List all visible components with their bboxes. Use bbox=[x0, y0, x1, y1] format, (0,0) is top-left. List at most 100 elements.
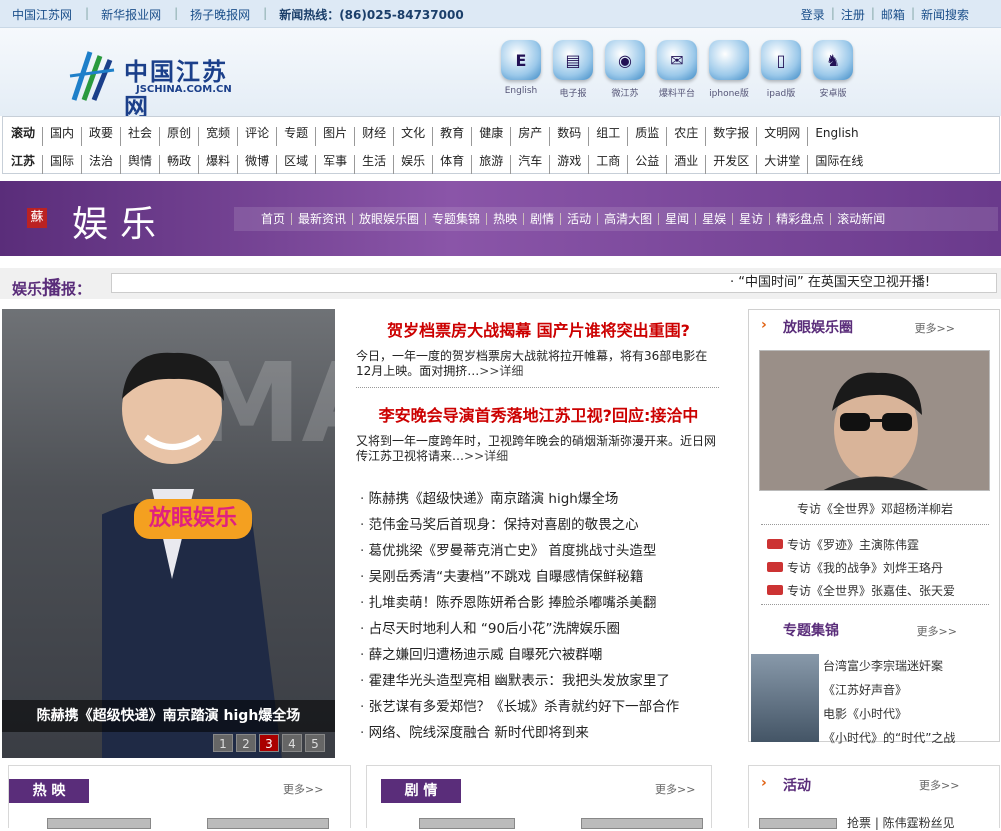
channel-nav-item[interactable]: 社会 bbox=[120, 127, 159, 146]
section-nav-item[interactable]: 最新资讯 bbox=[291, 213, 352, 225]
channel-nav-item[interactable]: 生活 bbox=[354, 155, 393, 174]
app-ipad[interactable]: ▯ ipad版 bbox=[755, 40, 807, 99]
section-nav-item[interactable]: 滚动新闻 bbox=[830, 213, 891, 225]
channel-nav-item[interactable]: 数字报 bbox=[705, 127, 756, 146]
channel-nav-item[interactable]: 游戏 bbox=[549, 155, 588, 174]
channel-nav-item[interactable]: 微博 bbox=[237, 155, 276, 174]
channel-nav-item[interactable]: 政要 bbox=[81, 127, 120, 146]
app-weijiangsu[interactable]: ◉ 微江苏 bbox=[599, 40, 651, 99]
channel-nav-item[interactable]: 旅游 bbox=[471, 155, 510, 174]
showing-more[interactable]: 更多>> bbox=[283, 781, 323, 797]
app-baoliao[interactable]: ✉ 爆料平台 bbox=[651, 40, 703, 99]
channel-nav-item[interactable]: 国内 bbox=[42, 127, 81, 146]
section-nav-item[interactable]: 首页 bbox=[234, 213, 291, 225]
channel-nav-item[interactable]: 评论 bbox=[237, 127, 276, 146]
channel-nav-item[interactable]: 国际 bbox=[42, 155, 81, 174]
slide-page-1[interactable]: 1 bbox=[213, 734, 233, 752]
channel-nav-item[interactable]: 质监 bbox=[627, 127, 666, 146]
section-nav-item[interactable]: 热映 bbox=[486, 213, 523, 225]
app-android[interactable]: ♞ 安卓版 bbox=[807, 40, 859, 99]
channel-nav-item[interactable]: 体育 bbox=[432, 155, 471, 174]
activity-title[interactable]: 活动 bbox=[783, 775, 811, 795]
app-english[interactable]: E English bbox=[495, 40, 547, 99]
headline-2[interactable]: 李安晚会导演首秀落地江苏卫视?回应:接洽中 bbox=[356, 402, 721, 426]
channel-nav-item[interactable]: 法治 bbox=[81, 155, 120, 174]
register-link[interactable]: 注册 bbox=[835, 6, 871, 23]
news-item[interactable]: 范伟金马奖后首现身：保持对喜剧的敬畏之心 bbox=[356, 512, 721, 538]
section-nav-item[interactable]: 星娱 bbox=[695, 213, 732, 225]
channel-nav-item[interactable]: 滚动 bbox=[11, 127, 42, 146]
channel-nav-item[interactable]: 爆料 bbox=[198, 155, 237, 174]
section-nav-item[interactable]: 专题集锦 bbox=[425, 213, 486, 225]
channel-nav-item[interactable]: 财经 bbox=[354, 127, 393, 146]
interview-item[interactable]: 专访《罗迹》主演陈伟霆 bbox=[767, 534, 955, 557]
tab-drama[interactable]: 剧 情 bbox=[381, 779, 461, 803]
drama-thumb[interactable] bbox=[419, 818, 515, 829]
channel-nav-item[interactable]: 健康 bbox=[471, 127, 510, 146]
right-panel-more[interactable]: 更多>> bbox=[915, 320, 955, 336]
news-search-link[interactable]: 新闻搜索 bbox=[915, 6, 975, 23]
channel-nav-item[interactable]: 开发区 bbox=[705, 155, 756, 174]
channel-nav-item[interactable]: 汽车 bbox=[510, 155, 549, 174]
channel-nav-item[interactable]: 江苏 bbox=[11, 155, 42, 174]
headline-1-more-link[interactable]: >>详细 bbox=[479, 364, 523, 378]
headline-1[interactable]: 贺岁档票房大战揭幕 国产片谁将突出重围? bbox=[356, 317, 721, 341]
app-epaper[interactable]: ▤ 电子报 bbox=[547, 40, 599, 99]
drama-more[interactable]: 更多>> bbox=[655, 781, 695, 797]
news-item[interactable]: 葛优挑梁《罗曼蒂克消亡史》 首度挑战寸头造型 bbox=[356, 538, 721, 564]
channel-nav-item[interactable]: 房产 bbox=[510, 127, 549, 146]
channel-nav-item[interactable]: 数码 bbox=[549, 127, 588, 146]
channel-nav-item[interactable]: 大讲堂 bbox=[756, 155, 807, 174]
channel-nav-item[interactable]: 专题 bbox=[276, 127, 315, 146]
topic-item[interactable]: 电影《小时代》 bbox=[823, 702, 955, 726]
interview-item[interactable]: 专访《我的战争》刘烨王珞丹 bbox=[767, 557, 955, 580]
news-item[interactable]: 薛之嫌回归遭杨迪示威 自曝死穴被群嘲 bbox=[356, 642, 721, 668]
channel-nav-item[interactable]: 文化 bbox=[393, 127, 432, 146]
news-item[interactable]: 扎堆卖萌！陈乔恩陈妍希合影 捧脸杀嘟嘴杀美翻 bbox=[356, 590, 721, 616]
drama-thumb[interactable] bbox=[581, 818, 703, 829]
right-panel-photo[interactable] bbox=[759, 350, 990, 491]
slide-page-4[interactable]: 4 bbox=[282, 734, 302, 752]
news-item[interactable]: 张艺谋有多爱郑恺？《长城》杀青就约好下一部合作 bbox=[356, 694, 721, 720]
slide-page-5[interactable]: 5 bbox=[305, 734, 325, 752]
news-item[interactable]: 占尽天时地利人和 “90后小花”洗牌娱乐圈 bbox=[356, 616, 721, 642]
section-nav-item[interactable]: 精彩盘点 bbox=[769, 213, 830, 225]
right-panel-photo-caption[interactable]: 专访《全世界》邓超杨洋柳岩 bbox=[749, 500, 1001, 517]
link-jschina[interactable]: 中国江苏网 bbox=[12, 6, 85, 23]
topic-item[interactable]: 《江苏好声音》 bbox=[823, 678, 955, 702]
slide-page-2[interactable]: 2 bbox=[236, 734, 256, 752]
channel-nav-item[interactable]: 工商 bbox=[588, 155, 627, 174]
mail-link[interactable]: 邮箱 bbox=[875, 6, 911, 23]
slide-page-3[interactable]: 3 bbox=[259, 734, 279, 752]
tab-showing[interactable]: 热 映 bbox=[9, 779, 89, 803]
news-item[interactable]: 网络、院线深度融合 新时代即将到来 bbox=[356, 720, 721, 746]
section-nav-item[interactable]: 剧情 bbox=[523, 213, 560, 225]
interview-item[interactable]: 专访《全世界》张嘉佳、张天爱 bbox=[767, 580, 955, 603]
ticker-text[interactable]: · “中国时间” 在英国天空卫视开播! bbox=[111, 273, 997, 293]
channel-nav-item[interactable]: 组工 bbox=[588, 127, 627, 146]
news-item[interactable]: 吴刚岳秀清“夫妻档”不跳戏 自曝感情保鲜秘籍 bbox=[356, 564, 721, 590]
channel-nav-item[interactable]: 图片 bbox=[315, 127, 354, 146]
channel-nav-item[interactable]: 公益 bbox=[627, 155, 666, 174]
channel-nav-item[interactable]: 国际在线 bbox=[807, 155, 870, 174]
activity-thumb[interactable] bbox=[759, 818, 837, 829]
channel-nav-item[interactable]: 区域 bbox=[276, 155, 315, 174]
showing-thumb[interactable] bbox=[207, 818, 329, 829]
app-iphone[interactable]: iphone版 bbox=[703, 40, 755, 99]
section-nav-item[interactable]: 高清大图 bbox=[597, 213, 658, 225]
channel-nav-item[interactable]: 舆情 bbox=[120, 155, 159, 174]
photo-slideshow[interactable]: MA 放眼娱乐 陈赫携《超级快递》南京踏演 high爆全场 1 2 3 4 5 bbox=[2, 309, 335, 758]
headline-2-more-link[interactable]: >>详细 bbox=[464, 449, 508, 463]
channel-nav-item[interactable]: English bbox=[807, 127, 865, 146]
topic-item[interactable]: 台湾富少李宗瑞迷奸案 bbox=[823, 654, 955, 678]
channel-nav-item[interactable]: 文明网 bbox=[756, 127, 807, 146]
channel-nav-item[interactable]: 酒业 bbox=[666, 155, 705, 174]
topic-title[interactable]: 专题集锦 bbox=[783, 620, 839, 640]
activity-more[interactable]: 更多>> bbox=[919, 777, 959, 793]
channel-nav-item[interactable]: 军事 bbox=[315, 155, 354, 174]
channel-nav-item[interactable]: 农庄 bbox=[666, 127, 705, 146]
slide-caption[interactable]: 陈赫携《超级快递》南京踏演 high爆全场 bbox=[2, 700, 335, 732]
channel-nav-item[interactable]: 教育 bbox=[432, 127, 471, 146]
channel-nav-item[interactable]: 宽频 bbox=[198, 127, 237, 146]
link-yangtse[interactable]: 扬子晚报网 bbox=[190, 6, 263, 23]
